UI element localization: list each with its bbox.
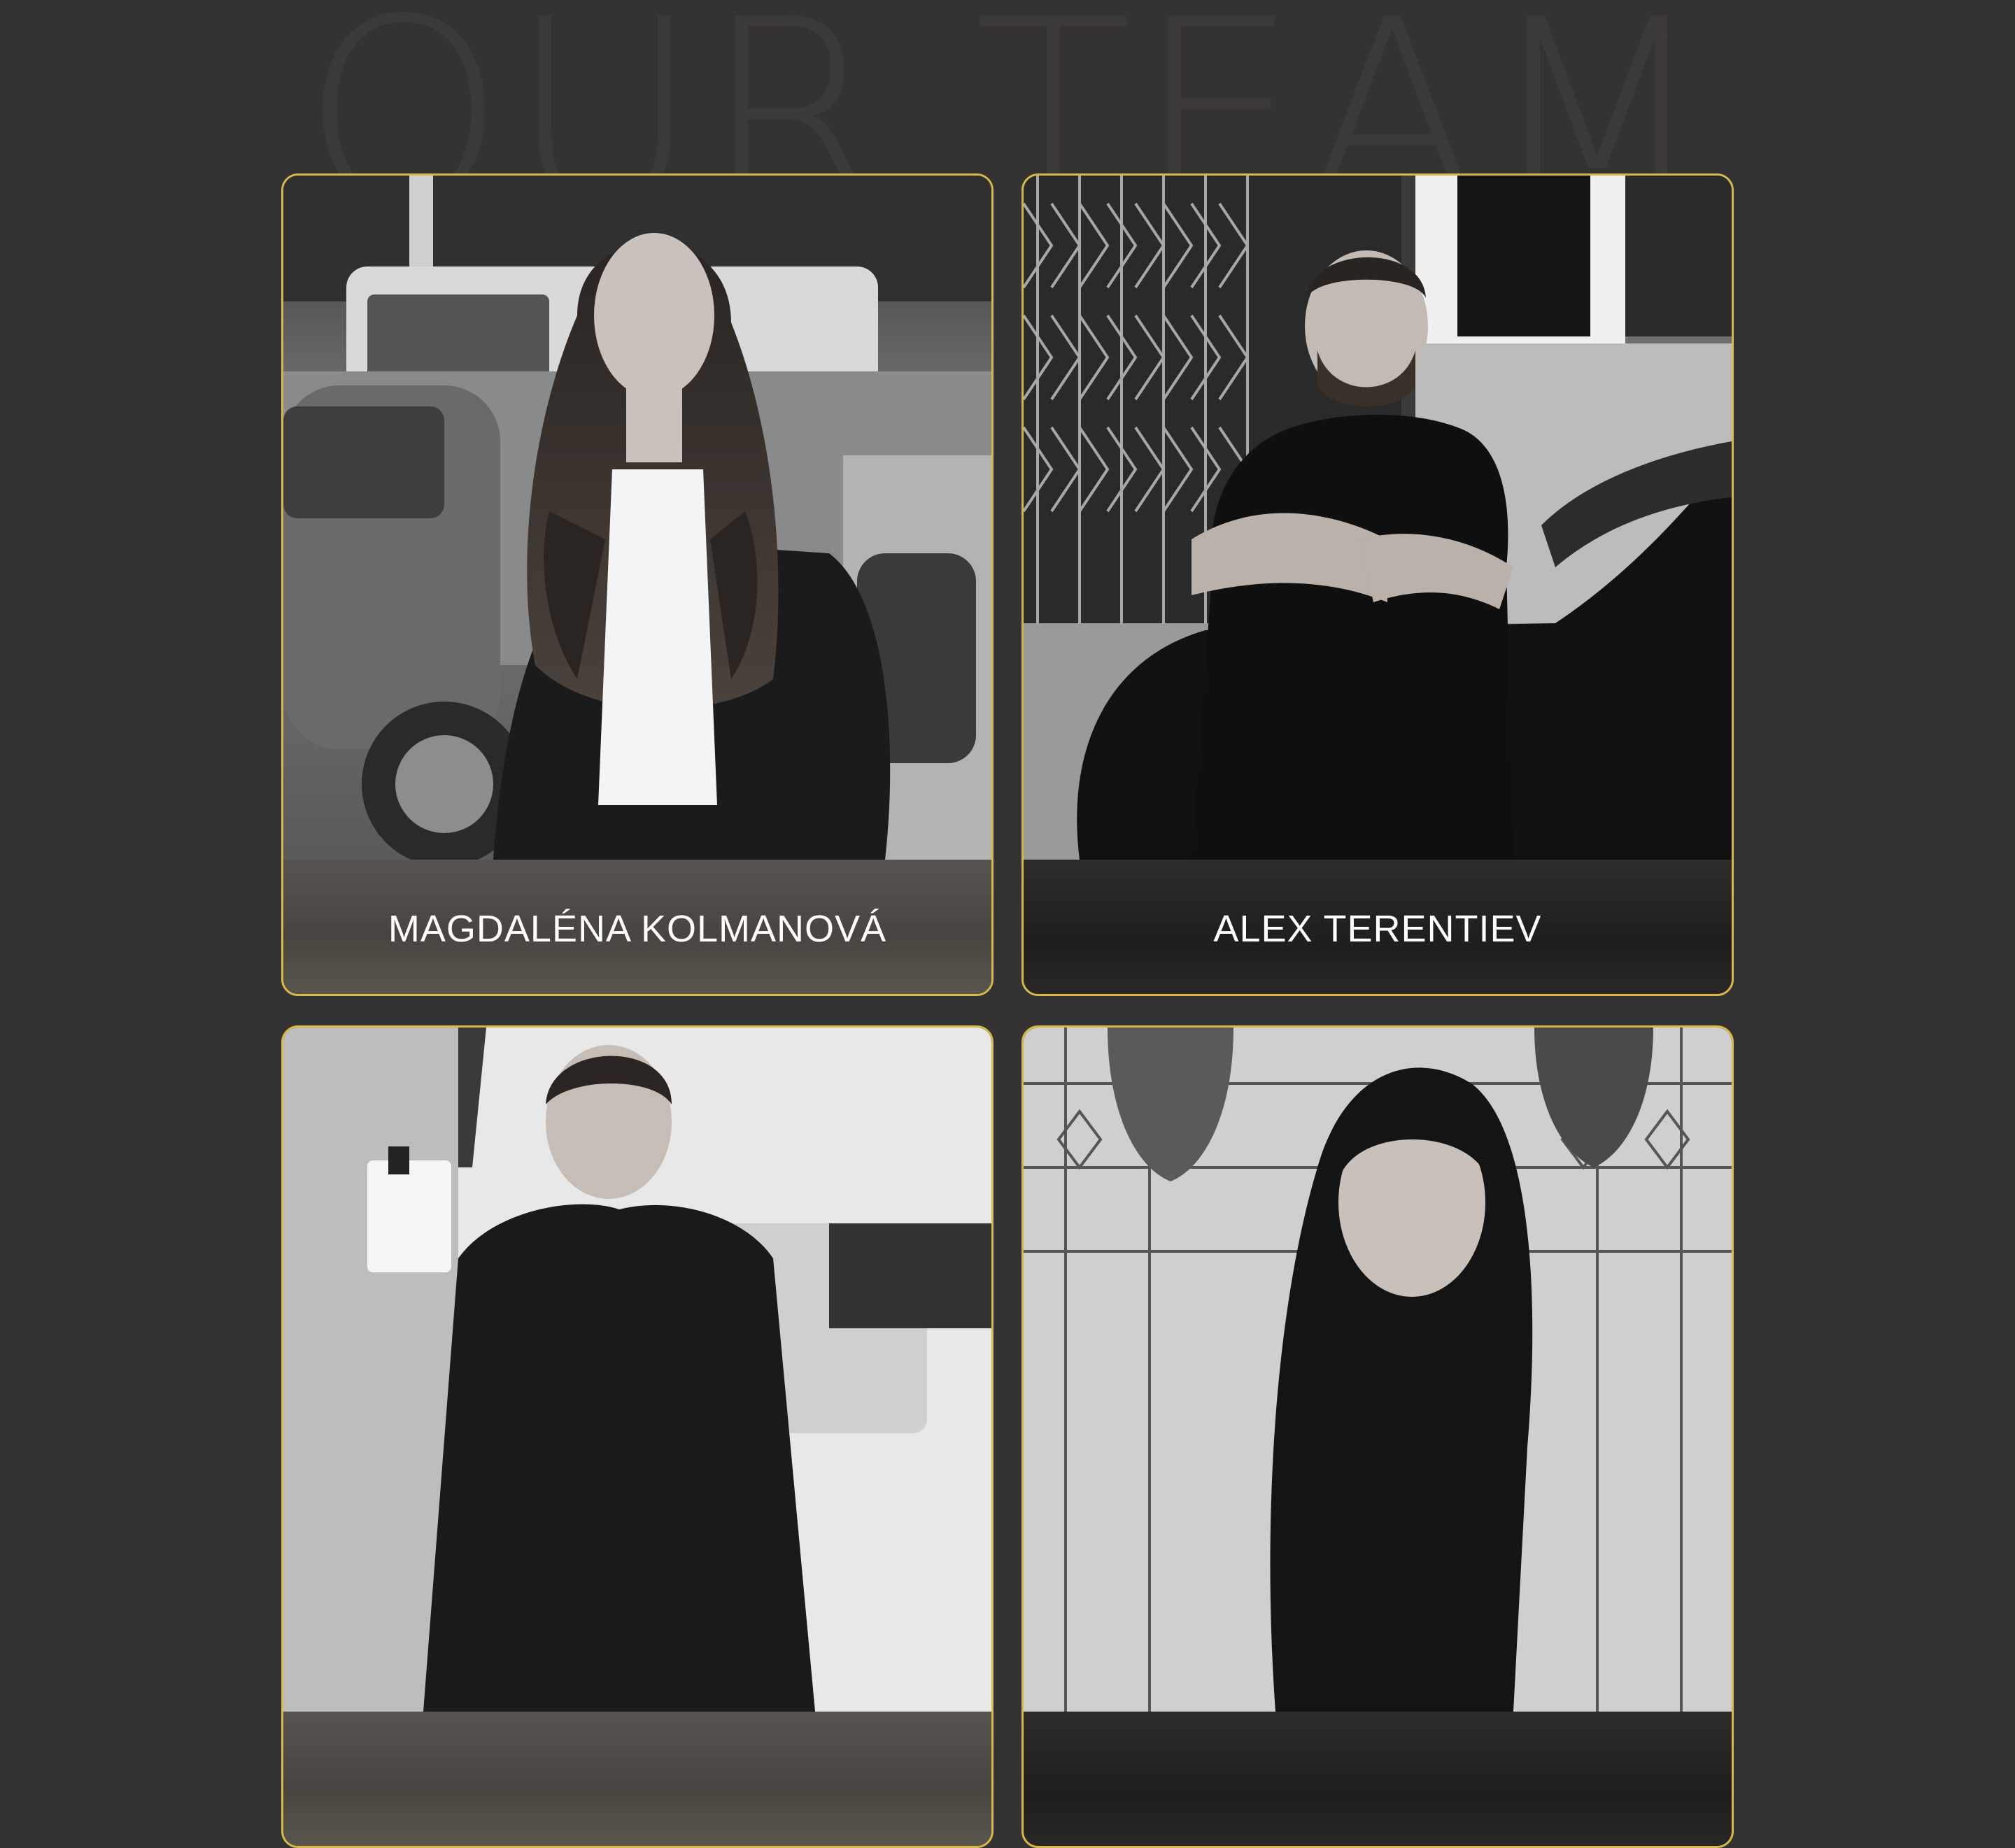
member-name: ALEX TERENTIEV bbox=[1213, 908, 1542, 950]
member-photo-image bbox=[283, 176, 991, 860]
member-photo bbox=[1024, 1028, 1732, 1712]
member-name-bar: MAGDALÉNA KOLMANOVÁ bbox=[283, 860, 991, 994]
member-name-bar: ALEX TERENTIEV bbox=[1024, 860, 1732, 994]
team-grid: MAGDALÉNA KOLMANOVÁ ALEX TERENTIEV bbox=[281, 173, 1734, 1848]
team-member-card[interactable]: MAGDALÉNA KOLMANOVÁ bbox=[281, 173, 994, 996]
team-member-card[interactable]: ALEX TERENTIEV bbox=[1021, 173, 1734, 996]
member-name: MAGDALÉNA KOLMANOVÁ bbox=[388, 908, 887, 950]
member-photo-image bbox=[283, 1028, 991, 1712]
member-photo bbox=[1024, 176, 1732, 860]
team-member-card[interactable] bbox=[1021, 1025, 1734, 1848]
team-member-card[interactable] bbox=[281, 1025, 994, 1848]
member-photo-image bbox=[1024, 1028, 1732, 1712]
member-name-bar bbox=[1024, 1712, 1732, 1846]
member-photo bbox=[283, 1028, 991, 1712]
member-name-bar bbox=[283, 1712, 991, 1846]
member-photo-image bbox=[1024, 176, 1732, 860]
member-photo bbox=[283, 176, 991, 860]
